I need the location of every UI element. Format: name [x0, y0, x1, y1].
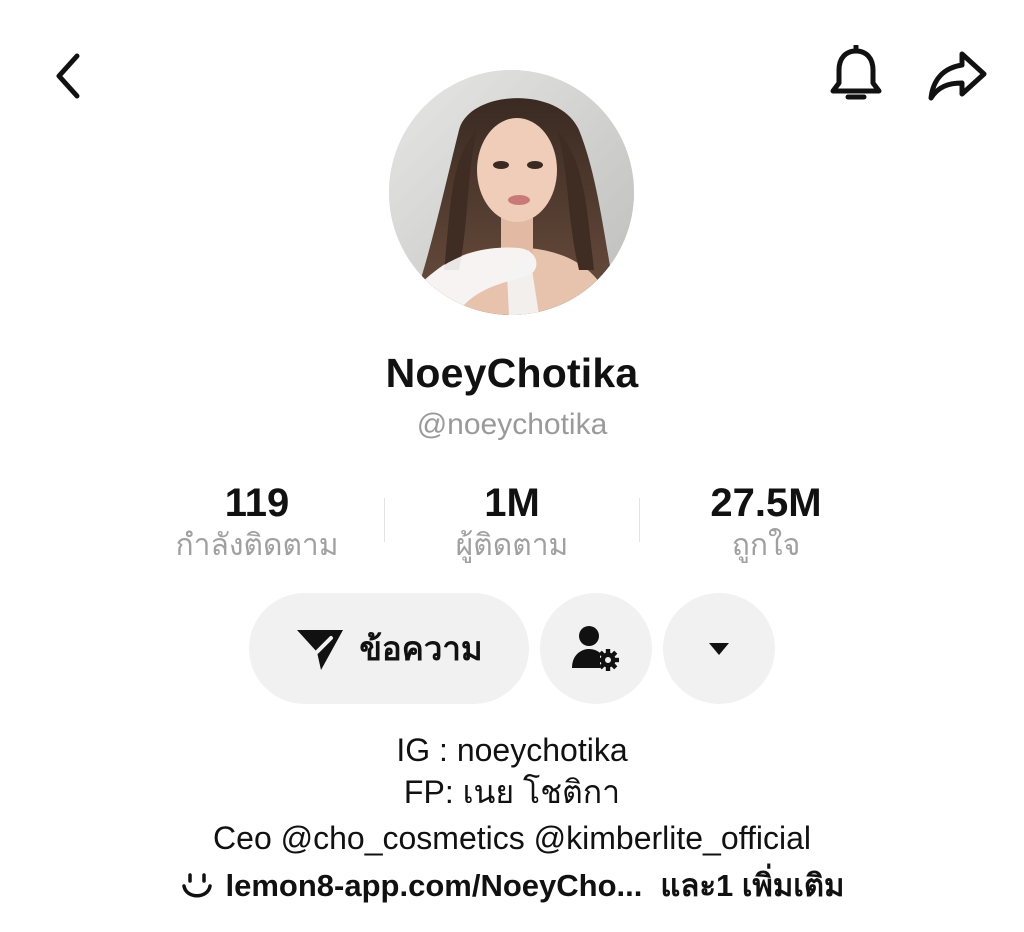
- message-button-label: ข้อความ: [359, 630, 483, 667]
- caret-down-icon: [709, 642, 729, 655]
- bio-link-more[interactable]: และ1 เพิ่มเติม: [660, 864, 844, 908]
- stat-following-value: 119: [224, 481, 290, 525]
- user-settings-icon: [572, 625, 619, 671]
- stat-likes-value: 27.5M: [710, 481, 822, 525]
- avatar-image: [389, 70, 634, 315]
- back-button[interactable]: [40, 44, 96, 108]
- notification-bell-button[interactable]: [822, 42, 890, 110]
- bell-icon: [830, 45, 882, 100]
- bio-link-text[interactable]: lemon8-app.com/NoeyCho...: [226, 864, 643, 908]
- share-arrow-icon: [928, 51, 987, 101]
- share-button[interactable]: [922, 42, 992, 110]
- bio-line: IG : noeychotika: [396, 732, 628, 768]
- chevron-left-icon: [56, 53, 80, 99]
- profile-avatar[interactable]: [389, 70, 634, 315]
- bio-line[interactable]: Ceo @cho_cosmetics @kimberlite_official: [0, 818, 1024, 858]
- stat-likes-label: ถูกใจ: [731, 529, 801, 562]
- stat-following[interactable]: 119 กำลังติดตาม: [127, 480, 387, 566]
- stat-followers[interactable]: 1M ผู้ติดตาม: [382, 480, 642, 566]
- message-button[interactable]: ข้อความ: [249, 593, 529, 704]
- profile-display-name: NoeyChotika: [385, 350, 639, 396]
- follow-settings-button[interactable]: [540, 593, 652, 704]
- bio-line: FP: เนย โชติกา: [403, 774, 621, 810]
- send-icon: [297, 629, 344, 670]
- stat-followers-value: 1M: [484, 481, 540, 525]
- stat-following-label: กำลังติดตาม: [175, 529, 339, 562]
- profile-handle: @noeychotika: [416, 408, 608, 441]
- stat-followers-label: ผู้ติดตาม: [455, 529, 569, 562]
- more-options-button[interactable]: [663, 593, 775, 704]
- smile-link-icon: [180, 871, 214, 901]
- bio-link-row[interactable]: lemon8-app.com/NoeyCho... และ1 เพิ่มเติม: [0, 864, 1024, 908]
- stat-likes[interactable]: 27.5M ถูกใจ: [636, 480, 896, 566]
